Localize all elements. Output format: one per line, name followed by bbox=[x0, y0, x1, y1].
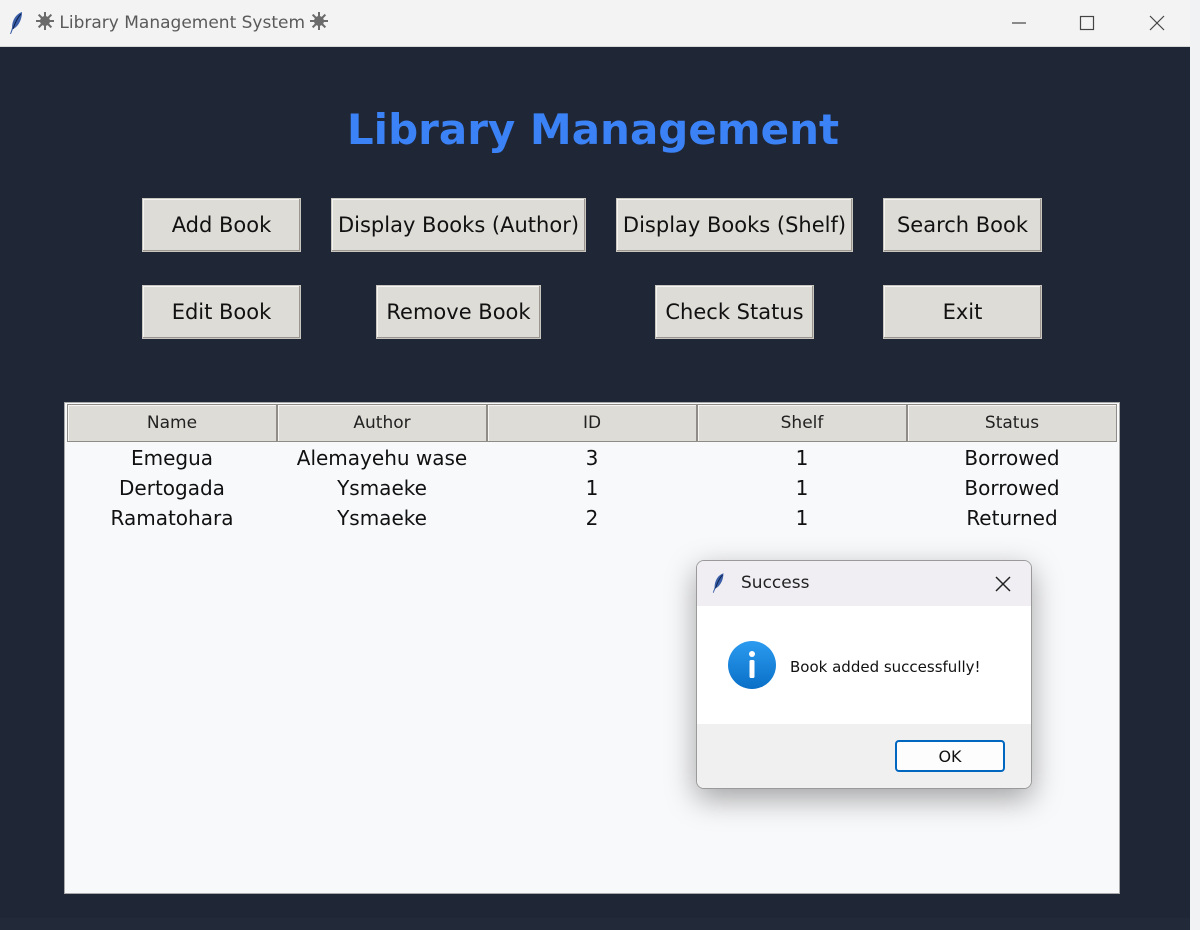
page-title: Library Management bbox=[346, 105, 840, 154]
edit-book-button[interactable]: Edit Book bbox=[142, 285, 301, 339]
window-title: Library Management System bbox=[36, 12, 329, 33]
info-icon bbox=[728, 641, 776, 689]
gear-icon bbox=[310, 12, 329, 30]
table-row[interactable]: Ramatohara Ysmaeke 2 1 Returned bbox=[67, 503, 1117, 533]
dialog-title: Success bbox=[741, 573, 810, 593]
table-row[interactable]: Dertogada Ysmaeke 1 1 Borrowed bbox=[67, 473, 1117, 503]
feather-icon bbox=[712, 573, 724, 593]
taskbar-edge bbox=[0, 918, 1190, 930]
minimize-icon bbox=[1012, 22, 1026, 24]
column-header-name[interactable]: Name bbox=[67, 404, 277, 442]
table-header: Name Author ID Shelf Status bbox=[67, 404, 1117, 442]
column-header-id[interactable]: ID bbox=[487, 404, 697, 442]
cell-name: Dertogada bbox=[119, 476, 225, 500]
feather-icon bbox=[10, 12, 22, 34]
column-header-status[interactable]: Status bbox=[907, 404, 1117, 442]
ok-button[interactable]: OK bbox=[895, 740, 1005, 772]
desktop-edge bbox=[1190, 0, 1200, 930]
close-icon bbox=[1149, 15, 1165, 31]
dialog-titlebar[interactable]: Success bbox=[697, 561, 1031, 606]
search-book-button[interactable]: Search Book bbox=[883, 198, 1042, 252]
cell-id: 1 bbox=[585, 476, 599, 500]
cell-status: Borrowed bbox=[964, 446, 1060, 470]
add-book-button[interactable]: Add Book bbox=[142, 198, 301, 252]
close-button[interactable] bbox=[1122, 0, 1190, 46]
exit-button[interactable]: Exit bbox=[883, 285, 1042, 339]
window-title-text: Library Management System bbox=[59, 13, 306, 33]
cell-id: 2 bbox=[585, 506, 599, 530]
dialog-body: Book added successfully! bbox=[697, 606, 1031, 724]
dialog-close-button[interactable] bbox=[987, 568, 1019, 600]
remove-book-button[interactable]: Remove Book bbox=[376, 285, 541, 339]
cell-status: Borrowed bbox=[964, 476, 1060, 500]
cell-shelf: 1 bbox=[795, 506, 809, 530]
cell-author: Ysmaeke bbox=[337, 476, 427, 500]
maximize-button[interactable] bbox=[1052, 0, 1122, 46]
cell-author: Alemayehu wase bbox=[296, 446, 468, 470]
minimize-button[interactable] bbox=[984, 0, 1054, 46]
cell-status: Returned bbox=[966, 506, 1058, 530]
gear-icon bbox=[36, 12, 54, 30]
check-status-button[interactable]: Check Status bbox=[655, 285, 814, 339]
column-header-author[interactable]: Author bbox=[277, 404, 487, 442]
cell-shelf: 1 bbox=[795, 476, 809, 500]
table-row[interactable]: Emegua Alemayehu wase 3 1 Borrowed bbox=[67, 443, 1117, 473]
cell-id: 3 bbox=[585, 446, 599, 470]
dialog-message: Book added successfully! bbox=[790, 658, 981, 676]
cell-shelf: 1 bbox=[795, 446, 809, 470]
table-body: Emegua Alemayehu wase 3 1 Borrowed Derto… bbox=[67, 443, 1117, 533]
dialog-footer: OK bbox=[697, 724, 1031, 788]
close-icon bbox=[995, 576, 1011, 592]
cell-author: Ysmaeke bbox=[337, 506, 427, 530]
display-books-author-button[interactable]: Display Books (Author) bbox=[331, 198, 586, 252]
success-dialog: Success Book added successfully! OK bbox=[696, 560, 1032, 789]
maximize-icon bbox=[1079, 15, 1095, 31]
cell-name: Emegua bbox=[130, 446, 214, 470]
column-header-shelf[interactable]: Shelf bbox=[697, 404, 907, 442]
cell-name: Ramatohara bbox=[110, 506, 234, 530]
window-titlebar[interactable]: Library Management System bbox=[0, 0, 1190, 47]
display-books-shelf-button[interactable]: Display Books (Shelf) bbox=[616, 198, 853, 252]
